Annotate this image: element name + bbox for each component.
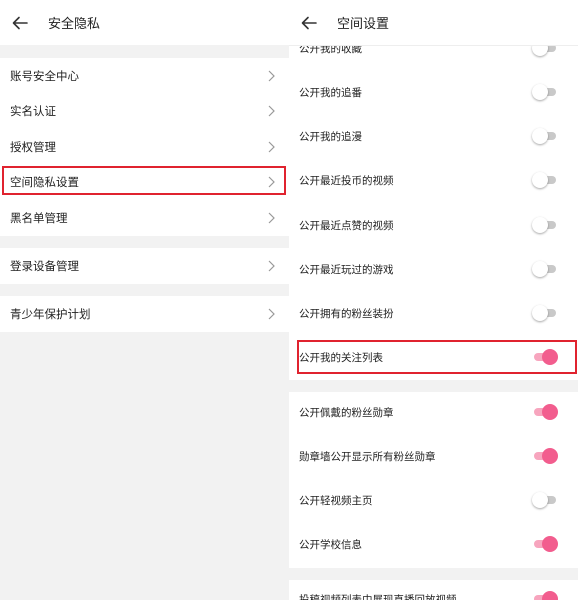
highlight-box bbox=[2, 166, 286, 195]
setting-row: 公开学校信息 bbox=[289, 522, 578, 566]
toggle-knob bbox=[542, 536, 558, 552]
menu-item-blacklist[interactable]: 黑名单管理 bbox=[0, 200, 289, 236]
chevron-right-icon bbox=[265, 260, 277, 272]
setting-row: 公开我的追番 bbox=[289, 70, 578, 114]
toggle-switch[interactable] bbox=[532, 172, 558, 188]
toggle-switch[interactable] bbox=[532, 404, 558, 420]
toggle-knob bbox=[532, 128, 548, 144]
menu-item-authorization[interactable]: 授权管理 bbox=[0, 129, 289, 165]
toggle-switch[interactable] bbox=[532, 261, 558, 277]
highlight-box bbox=[297, 340, 577, 374]
toggle-switch[interactable] bbox=[532, 536, 558, 552]
menu-item-label: 授权管理 bbox=[10, 139, 56, 154]
setting-row: 公开最近投币的视频 bbox=[289, 158, 578, 202]
setting-label: 公开佩戴的粉丝勋章 bbox=[299, 406, 394, 419]
toggle-knob bbox=[532, 305, 548, 321]
menu-item-label: 实名认证 bbox=[10, 104, 56, 119]
settings-group-1: 账号安全中心 实名认证 授权管理 空间隐私设置 黑名单管理 bbox=[0, 58, 289, 236]
setting-label: 公开最近点赞的视频 bbox=[299, 219, 394, 232]
chevron-right-icon bbox=[265, 141, 277, 153]
arrow-left-icon bbox=[301, 16, 317, 29]
section-divider bbox=[289, 568, 578, 580]
setting-label: 公开拥有的粉丝装扮 bbox=[299, 307, 394, 320]
security-privacy-panel: 安全隐私 账号安全中心 实名认证 授权管理 空间隐私设置 黑名单管理 登录设备管… bbox=[0, 0, 289, 600]
setting-label: 公开我的追番 bbox=[299, 86, 362, 99]
screenshot: 安全隐私 账号安全中心 实名认证 授权管理 空间隐私设置 黑名单管理 登录设备管… bbox=[0, 0, 578, 600]
toggle-knob bbox=[532, 84, 548, 100]
menu-item-label: 青少年保护计划 bbox=[10, 306, 91, 321]
menu-item-label: 登录设备管理 bbox=[10, 258, 79, 273]
menu-item-label: 账号安全中心 bbox=[10, 68, 79, 83]
toggle-switch[interactable] bbox=[532, 217, 558, 233]
left-header: 安全隐私 bbox=[0, 0, 289, 45]
setting-label: 公开我的追漫 bbox=[299, 130, 362, 143]
toggle-switch[interactable] bbox=[532, 128, 558, 144]
back-button[interactable] bbox=[289, 0, 329, 45]
toggle-knob bbox=[532, 492, 548, 508]
setting-row: 公开拥有的粉丝装扮 bbox=[289, 291, 578, 335]
toggle-knob bbox=[542, 404, 558, 420]
toggle-switch[interactable] bbox=[532, 591, 558, 600]
chevron-right-icon bbox=[265, 308, 277, 320]
setting-row: 投稿视频列表中展现直播回放视频 bbox=[289, 577, 578, 600]
section-divider bbox=[289, 380, 578, 392]
back-button[interactable] bbox=[0, 0, 40, 45]
settings-group-3: 青少年保护计划 bbox=[0, 296, 289, 332]
toggle-switch[interactable] bbox=[532, 492, 558, 508]
setting-label: 勋章墙公开显示所有粉丝勋章 bbox=[299, 450, 436, 463]
setting-label: 投稿视频列表中展现直播回放视频 bbox=[299, 593, 457, 600]
setting-row: 公开轻视频主页 bbox=[289, 478, 578, 522]
setting-label: 公开最近投币的视频 bbox=[299, 174, 394, 187]
chevron-right-icon bbox=[265, 70, 277, 82]
menu-item-label: 黑名单管理 bbox=[10, 210, 68, 225]
toggle-switch[interactable] bbox=[532, 84, 558, 100]
setting-label: 公开轻视频主页 bbox=[299, 494, 373, 507]
setting-row: 公开最近玩过的游戏 bbox=[289, 247, 578, 291]
toggle-knob bbox=[532, 217, 548, 233]
menu-item-login-devices[interactable]: 登录设备管理 bbox=[0, 248, 289, 284]
menu-item-youth-protection[interactable]: 青少年保护计划 bbox=[0, 296, 289, 332]
toggle-knob bbox=[532, 172, 548, 188]
arrow-left-icon bbox=[12, 16, 28, 29]
toggle-switch[interactable] bbox=[532, 448, 558, 464]
chevron-right-icon bbox=[265, 212, 277, 224]
toggle-switch[interactable] bbox=[532, 305, 558, 321]
setting-row: 公开我的追漫 bbox=[289, 114, 578, 158]
menu-item-real-name[interactable]: 实名认证 bbox=[0, 94, 289, 130]
setting-row: 公开佩戴的粉丝勋章 bbox=[289, 390, 578, 434]
setting-row: 勋章墙公开显示所有粉丝勋章 bbox=[289, 434, 578, 478]
right-header: 空间设置 bbox=[289, 0, 578, 45]
settings-group-2: 登录设备管理 bbox=[0, 248, 289, 284]
toggle-knob bbox=[542, 448, 558, 464]
toggle-knob bbox=[532, 261, 548, 277]
setting-row: 公开最近点赞的视频 bbox=[289, 203, 578, 247]
page-title: 空间设置 bbox=[337, 17, 390, 32]
space-settings-panel: 公开我的收藏 公开我的追番 公开我的追漫 公开最近投币的视频 公开最近点赞的视频 公开最近… bbox=[289, 0, 578, 600]
toggle-knob bbox=[542, 591, 558, 600]
menu-item-account-security[interactable]: 账号安全中心 bbox=[0, 58, 289, 94]
page-title: 安全隐私 bbox=[48, 17, 101, 32]
setting-label: 公开最近玩过的游戏 bbox=[299, 263, 394, 276]
chevron-right-icon bbox=[265, 105, 277, 117]
setting-label: 公开学校信息 bbox=[299, 538, 362, 551]
